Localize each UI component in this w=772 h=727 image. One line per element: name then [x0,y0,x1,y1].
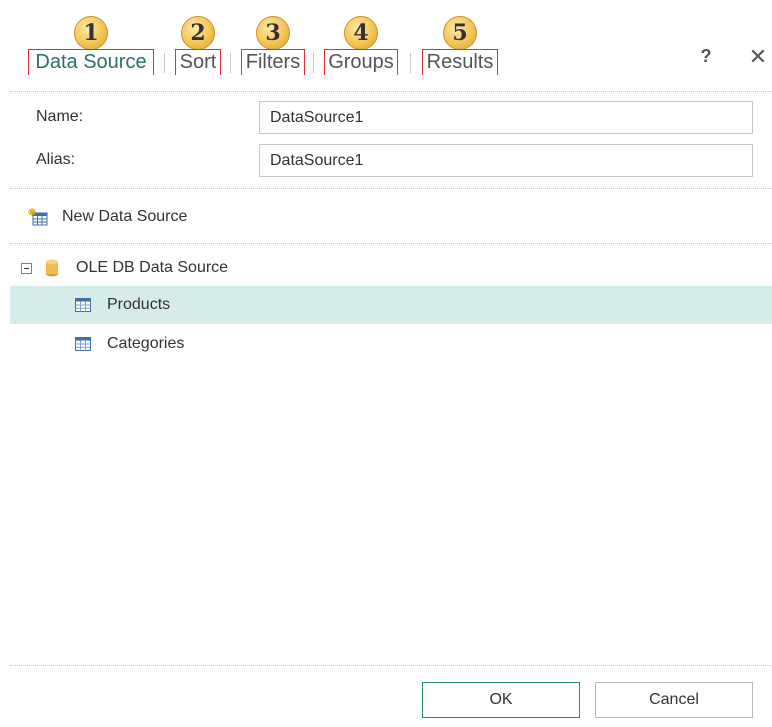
toolbar: New Data Source [10,190,772,242]
tab-sort[interactable]: 2 Sort [175,16,221,76]
tree-node-categories[interactable]: Categories [10,325,772,363]
tab-separator [313,53,314,73]
name-label: Name: [36,108,84,125]
tab-label: Sort [179,51,217,73]
ok-button[interactable]: OK [422,682,580,718]
alias-input[interactable]: DataSource1 [259,144,753,177]
tab-label: Groups [328,51,394,73]
tree-node-ole-db[interactable]: OLE DB Data Source [10,249,772,287]
collapse-toggle-icon[interactable] [21,263,32,274]
divider [10,665,772,666]
cancel-button[interactable]: Cancel [595,682,753,718]
step-badge-5: 5 [443,16,477,50]
tab-label: Filters [245,51,301,73]
tab-label: Results [426,51,494,73]
divider [10,243,772,244]
dialog-header: 1 Data Source 2 Sort 3 Filters 4 Groups [10,0,772,92]
tree-node-label: Categories [107,335,185,352]
alias-row: Alias: DataSource1 [10,138,772,184]
step-badge-2: 2 [181,16,215,50]
tab-label: Data Source [35,51,147,73]
step-badge-4: 4 [344,16,378,50]
table-icon [75,298,91,317]
close-icon[interactable]: ✕ [746,44,770,70]
tree-node-products[interactable]: Products [10,286,772,324]
divider [10,188,772,189]
wizard-tabs: 1 Data Source 2 Sort 3 Filters 4 Groups [26,16,626,76]
alias-label: Alias: [36,151,76,168]
data-source-dialog: 1 Data Source 2 Sort 3 Filters 4 Groups [0,0,772,727]
tree-node-label: OLE DB Data Source [76,259,229,276]
step-badge-1: 1 [74,16,108,50]
data-source-tree: OLE DB Data Source Products Categories [10,245,772,663]
tab-data-source[interactable]: 1 Data Source [28,16,154,76]
new-data-source-icon [28,208,48,226]
tab-separator [410,53,411,73]
tab-separator [164,53,165,73]
tab-separator [230,53,231,73]
tree-node-label: Products [107,296,171,313]
help-icon[interactable]: ? [696,46,716,67]
tab-filters[interactable]: 3 Filters [241,16,305,76]
tab-groups[interactable]: 4 Groups [324,16,398,76]
name-row: Name: DataSource1 [10,95,772,141]
new-data-source-button[interactable]: New Data Source [28,204,187,230]
step-badge-3: 3 [256,16,290,50]
new-data-source-label: New Data Source [62,208,188,225]
tab-results[interactable]: 5 Results [422,16,498,76]
table-icon [75,337,91,356]
database-icon [45,259,59,282]
name-input[interactable]: DataSource1 [259,101,753,134]
